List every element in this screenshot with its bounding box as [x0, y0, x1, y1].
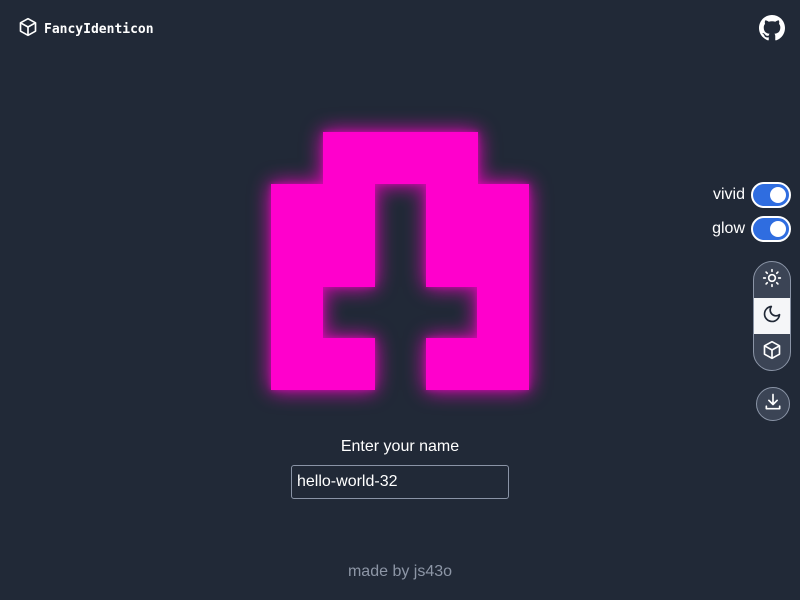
app-title: FancyIdenticon: [44, 22, 154, 37]
identicon-cell: [271, 286, 324, 339]
cube-icon: [18, 17, 38, 42]
footer-credit: made by js43o: [347, 563, 453, 580]
identicon-cell: [477, 286, 530, 339]
vivid-toggle-row: vivid: [713, 181, 791, 209]
vivid-label: vivid: [712, 186, 745, 203]
identicon-cell: [271, 338, 324, 391]
theme-dark-button[interactable]: [754, 298, 790, 334]
identicon-cell: [425, 235, 478, 288]
identicon-cell: [322, 338, 375, 391]
theme-selector: [753, 261, 791, 371]
glow-toggle[interactable]: [751, 216, 791, 242]
glow-toggle-knob: [770, 221, 786, 237]
moon-icon: [762, 304, 782, 329]
name-input[interactable]: [291, 465, 509, 499]
identicon-cell: [322, 132, 375, 185]
identicon-cell: [322, 183, 375, 236]
identicon-cell: [271, 235, 324, 288]
identicon-cell: [271, 183, 324, 236]
theme-system-button[interactable]: [754, 334, 790, 370]
identicon-cell: [322, 235, 375, 288]
identicon-cell: [374, 132, 427, 185]
vivid-toggle-knob: [770, 187, 786, 203]
controls-panel: vivid glow: [712, 181, 791, 421]
app-logo[interactable]: FancyIdenticon: [18, 17, 154, 42]
download-button[interactable]: [756, 387, 790, 421]
vivid-toggle[interactable]: [751, 182, 791, 208]
identicon-image: [271, 132, 530, 391]
glow-label: glow: [712, 220, 745, 237]
sun-icon: [762, 268, 782, 293]
theme-light-button[interactable]: [754, 262, 790, 298]
download-icon: [763, 392, 783, 417]
identicon-cell: [425, 338, 478, 391]
name-label: Enter your name: [340, 438, 460, 455]
cube-icon: [762, 340, 782, 365]
identicon-cell: [477, 183, 530, 236]
identicon-cell: [477, 338, 530, 391]
glow-toggle-row: glow: [712, 215, 791, 243]
identicon-cell: [477, 235, 530, 288]
identicon-cell: [425, 132, 478, 185]
identicon-cell: [425, 183, 478, 236]
github-icon[interactable]: [759, 15, 785, 41]
